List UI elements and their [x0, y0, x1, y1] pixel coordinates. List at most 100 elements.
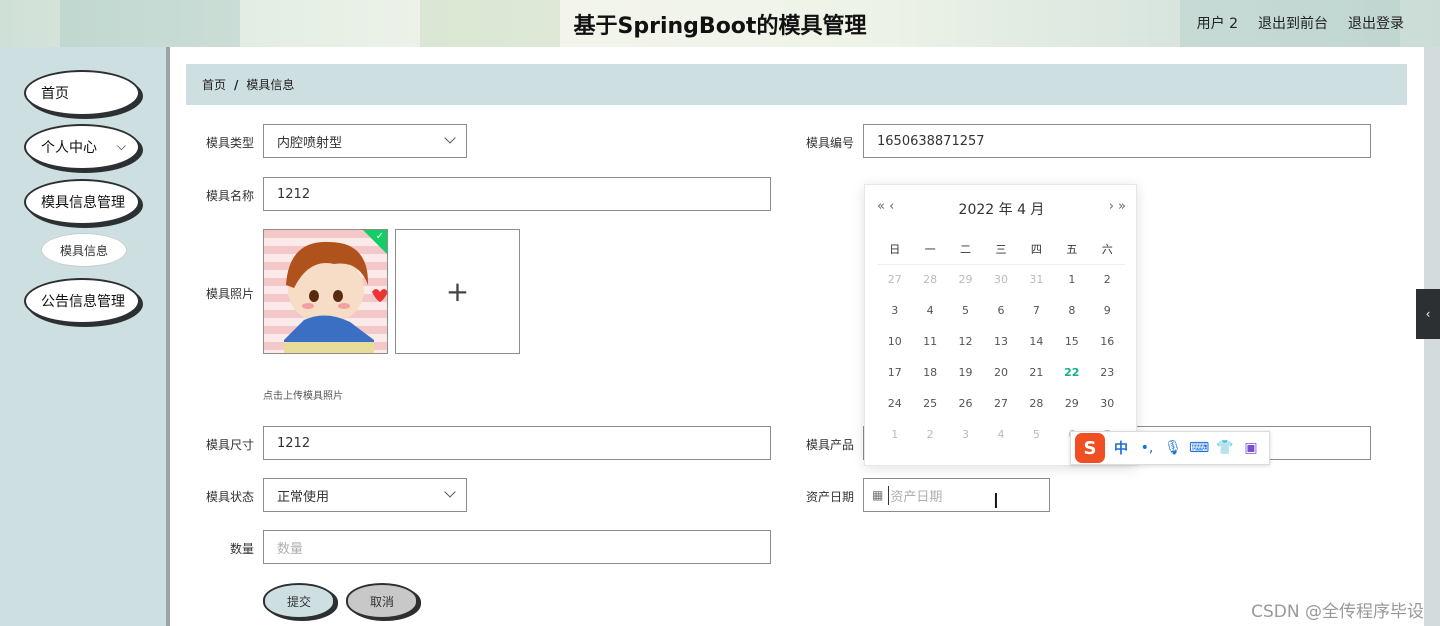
date-row: 27 28 29 30 31 1 2 — [877, 273, 1125, 293]
date-cell[interactable]: 14 — [1019, 335, 1054, 355]
cancel-button-label: 取消 — [369, 594, 394, 609]
mic-icon[interactable]: 🎙 — [1163, 440, 1183, 456]
date-row: 17 18 19 20 21 22 23 — [877, 366, 1125, 386]
date-cell[interactable]: 29 — [1054, 397, 1089, 417]
date-cell[interactable]: 2 — [1090, 273, 1125, 293]
name-input-value: 1212 — [277, 186, 311, 202]
date-row: 24 25 26 27 28 29 30 — [877, 397, 1125, 417]
date-picker-popup: « ‹ 2022 年 4 月 › » 日 一 二 三 四 五 六 27 28 29 3… — [864, 184, 1137, 466]
apps-icon[interactable]: ▣ — [1241, 440, 1261, 456]
sidebar-item-label: 个人中心 — [41, 140, 97, 156]
sidebar-item-label: 公告信息管理 — [41, 294, 125, 310]
date-cell[interactable]: 4 — [912, 304, 947, 324]
date-cell[interactable]: 10 — [877, 335, 912, 355]
date-cell[interactable]: 18 — [912, 366, 947, 386]
date-cell[interactable]: 12 — [948, 335, 983, 355]
date-cell[interactable]: 1 — [877, 428, 912, 448]
top-header: 基于SpringBoot的模具管理 用户 2 退出到前台 退出登录 — [0, 0, 1440, 47]
check-icon: ✓ — [375, 231, 384, 242]
date-cell[interactable]: 20 — [983, 366, 1018, 386]
date-cell[interactable]: 15 — [1054, 335, 1089, 355]
date-picker-title: 2022 年 4 月 — [958, 202, 1045, 218]
date-cell[interactable]: 5 — [1019, 428, 1054, 448]
sidebar-item-profile[interactable]: 个人中心 ⌵ — [24, 124, 140, 170]
date-cell[interactable]: 7 — [1019, 304, 1054, 324]
next-month-button[interactable]: › » — [1109, 199, 1126, 214]
code-input-value: 1650638871257 — [877, 133, 985, 149]
code-input[interactable]: 1650638871257 — [863, 124, 1371, 158]
chevron-down-icon — [444, 486, 456, 498]
date-cell[interactable]: 23 — [1090, 366, 1125, 386]
size-input-value: 1212 — [277, 435, 311, 451]
sidebar-item-label: 模具信息管理 — [41, 195, 125, 211]
date-cell[interactable]: 24 — [877, 397, 912, 417]
logout-link[interactable]: 退出登录 — [1348, 13, 1404, 33]
name-input[interactable]: 1212 — [263, 177, 771, 211]
photo-label: 模具照片 — [205, 287, 254, 301]
date-cell[interactable]: 19 — [948, 366, 983, 386]
upload-button[interactable]: + — [395, 229, 520, 354]
header-links: 用户 2 退出到前台 退出登录 — [1197, 13, 1404, 33]
date-cell[interactable]: 28 — [912, 273, 947, 293]
size-label: 模具尺寸 — [205, 438, 254, 452]
submit-button[interactable]: 提交 — [263, 583, 335, 619]
mold-photo[interactable]: ✓ — [263, 229, 388, 354]
date-picker-header: « ‹ 2022 年 4 月 › » — [865, 199, 1138, 219]
sidebar-item-notice-manage[interactable]: 公告信息管理 — [24, 278, 140, 324]
sidebar-item-home[interactable]: 首页 — [24, 70, 140, 116]
date-cell[interactable]: 17 — [877, 366, 912, 386]
date-cell[interactable]: 9 — [1090, 304, 1125, 324]
date-cell[interactable]: 3 — [948, 428, 983, 448]
date-cell[interactable]: 31 — [1019, 273, 1054, 293]
date-cell[interactable]: 22 — [1054, 366, 1089, 386]
date-cell[interactable]: 28 — [1019, 397, 1054, 417]
date-cell[interactable]: 16 — [1090, 335, 1125, 355]
date-cell[interactable]: 8 — [1054, 304, 1089, 324]
date-cell[interactable]: 21 — [1019, 366, 1054, 386]
date-input[interactable]: ▦ 资产日期 — [863, 478, 1050, 512]
date-label: 资产日期 — [805, 490, 854, 504]
date-cell[interactable]: 26 — [948, 397, 983, 417]
type-select[interactable]: 内腔喷射型 — [263, 124, 467, 158]
status-select[interactable]: 正常使用 — [263, 478, 467, 512]
cancel-button[interactable]: 取消 — [346, 583, 418, 619]
sidebar-item-label: 模具信息 — [59, 243, 108, 258]
date-cell[interactable]: 1 — [1054, 273, 1089, 293]
date-cell[interactable]: 6 — [983, 304, 1018, 324]
breadcrumb-current: 模具信息 — [246, 78, 295, 92]
date-cell[interactable]: 27 — [983, 397, 1018, 417]
date-cell[interactable]: 25 — [912, 397, 947, 417]
date-cell[interactable]: 13 — [983, 335, 1018, 355]
date-cell[interactable]: 2 — [912, 428, 947, 448]
calendar-icon: ▦ — [872, 488, 884, 502]
chinese-mode-icon[interactable]: 中 — [1111, 438, 1131, 458]
watermark: CSDN @全传程序毕设 — [1251, 602, 1424, 622]
keyboard-icon[interactable]: ⌨ — [1189, 440, 1209, 456]
date-cell[interactable]: 4 — [983, 428, 1018, 448]
sidebar-item-mold-manage[interactable]: 模具信息管理 — [24, 179, 140, 225]
punctuation-icon[interactable]: •, — [1137, 440, 1157, 456]
shirt-icon[interactable]: 👕 — [1215, 440, 1235, 456]
code-label: 模具编号 — [805, 136, 854, 150]
user-link[interactable]: 用户 2 — [1197, 13, 1238, 33]
date-cell[interactable]: 30 — [1090, 397, 1125, 417]
date-cell[interactable]: 27 — [877, 273, 912, 293]
chevron-left-icon[interactable]: ‹ — [1416, 289, 1440, 339]
front-link[interactable]: 退出到前台 — [1258, 13, 1328, 33]
size-input[interactable]: 1212 — [263, 426, 771, 460]
date-row: 10 11 12 13 14 15 16 — [877, 335, 1125, 355]
date-cell[interactable]: 11 — [912, 335, 947, 355]
breadcrumb-home[interactable]: 首页 — [202, 76, 226, 93]
weekday-label: 日 — [889, 243, 901, 256]
date-cell[interactable]: 5 — [948, 304, 983, 324]
qty-input[interactable]: 数量 — [263, 530, 771, 564]
sidebar-subitem-mold-info[interactable]: 模具信息 — [41, 233, 127, 267]
sogou-logo-icon[interactable]: S — [1075, 433, 1105, 463]
date-cell[interactable]: 29 — [948, 273, 983, 293]
status-select-value: 正常使用 — [277, 489, 330, 505]
date-cell[interactable]: 30 — [983, 273, 1018, 293]
sidebar-item-label: 首页 — [41, 86, 69, 102]
date-cell[interactable]: 3 — [877, 304, 912, 324]
chevron-down-icon — [444, 132, 456, 144]
breadcrumb-separator: / — [234, 77, 239, 92]
